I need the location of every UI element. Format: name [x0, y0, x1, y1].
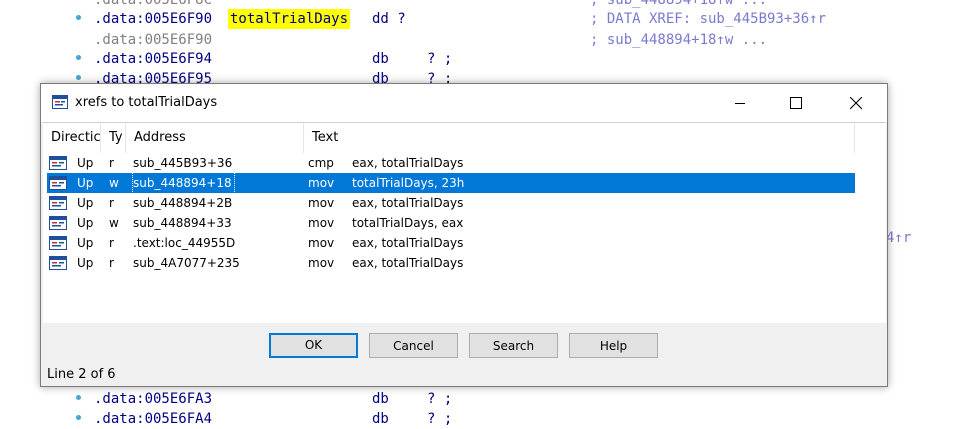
- table-row[interactable]: Up w sub_448894+18 mov totalTrialDays, 23h: [47, 172, 855, 194]
- listing-operand: ? ;: [427, 51, 453, 67]
- cell-operands: totalTrialDays, eax: [352, 216, 464, 230]
- list-rows: Up r sub_445B93+36 cmp eax, totalTrialDays Up…: [47, 153, 855, 273]
- cell-address: .text:loc_44955D: [133, 236, 236, 250]
- listing-mnemonic: dd ?: [372, 11, 406, 27]
- cell-type: r: [109, 196, 114, 210]
- xref-icon: [49, 236, 67, 250]
- xrefs-dialog: xrefs to totalTrialDays Directic Ty Addr…: [40, 83, 888, 387]
- listing-mnemonic: db: [372, 411, 389, 427]
- cell-direction: Up: [77, 196, 94, 210]
- listing-operand: ? ;: [427, 411, 453, 427]
- cell-direction: Up: [77, 236, 94, 250]
- xref-icon: [52, 95, 68, 109]
- table-row[interactable]: Up w sub_448894+33 mov totalTrialDays, eax: [47, 213, 855, 233]
- listing-line[interactable]: .data:005E6F90 totalTrialDays dd ? ; DAT…: [0, 9, 956, 29]
- cell-direction: Up: [77, 216, 94, 230]
- dialog-titlebar[interactable]: xrefs to totalTrialDays: [41, 84, 887, 122]
- cell-operands: eax, totalTrialDays: [352, 156, 464, 170]
- listing-comment: ; DATA XREF: sub_445B93+36↑r: [590, 11, 827, 27]
- listing-mnemonic: db: [372, 391, 389, 407]
- cell-address: sub_448894+2B: [133, 196, 233, 210]
- xref-icon: [49, 216, 67, 230]
- dialog-title: xrefs to totalTrialDays: [75, 95, 218, 110]
- cell-operands: eax, totalTrialDays: [352, 256, 464, 270]
- listing-line[interactable]: .data:005E6FA4 db ? ;: [0, 409, 956, 429]
- cell-type: r: [109, 156, 114, 170]
- bullet-icon: [76, 75, 81, 80]
- cell-type: w: [109, 176, 119, 190]
- listing-comment: ; sub_448894+18↑w ...: [590, 32, 768, 48]
- bullet-icon: [76, 55, 81, 60]
- xref-icon: [49, 176, 67, 190]
- column-header-type[interactable]: Ty: [101, 123, 126, 153]
- cell-address: sub_445B93+36: [133, 156, 233, 170]
- listing-address: .data:005E6FA4: [94, 411, 213, 427]
- listing-line[interactable]: .data:005E6F94 db ? ;: [0, 49, 956, 69]
- listing-address: .data:005E6F90: [94, 11, 213, 27]
- column-header-text[interactable]: Text: [304, 123, 855, 153]
- cell-direction: Up: [77, 156, 94, 170]
- search-button[interactable]: Search: [469, 333, 558, 358]
- cancel-button[interactable]: Cancel: [369, 333, 458, 358]
- cell-mnemonic: mov: [308, 216, 335, 230]
- minimize-icon: [735, 103, 745, 104]
- cell-mnemonic: cmp: [308, 156, 334, 170]
- listing-address: .data:005E6F94: [94, 51, 213, 67]
- bullet-icon: [76, 415, 81, 420]
- xref-icon: [49, 156, 67, 170]
- listing-line[interactable]: .data:005E6F90 ; sub_448894+18↑w ...: [0, 30, 956, 50]
- listing-mnemonic: db: [372, 51, 389, 67]
- cell-address: sub_448894+18: [132, 172, 235, 194]
- cell-operands: eax, totalTrialDays: [352, 196, 464, 210]
- table-row[interactable]: Up r .text:loc_44955D mov eax, totalTrialDay…: [47, 233, 855, 253]
- bullet-icon: [76, 395, 81, 400]
- cell-type: w: [109, 216, 119, 230]
- ok-button[interactable]: OK: [269, 333, 358, 358]
- cell-mnemonic: mov: [308, 256, 335, 270]
- table-row[interactable]: Up r sub_448894+2B mov eax, totalTrialDays: [47, 193, 855, 213]
- cell-type: r: [109, 236, 114, 250]
- maximize-button[interactable]: [773, 84, 819, 122]
- cell-mnemonic: mov: [308, 176, 335, 190]
- listing-comment-fragment: 4↑r: [886, 230, 912, 246]
- minimize-button[interactable]: [717, 84, 763, 122]
- listing-address: .data:005E6FA3: [94, 391, 213, 407]
- xref-icon: [49, 256, 67, 270]
- maximize-icon: [790, 97, 802, 109]
- cell-direction: Up: [77, 256, 94, 270]
- table-row[interactable]: Up r sub_4A7077+235 mov eax, totalTrialDays: [47, 253, 855, 273]
- xrefs-list[interactable]: Directic Ty Address Text Up r sub_445B93+3…: [43, 122, 886, 323]
- cell-mnemonic: mov: [308, 236, 335, 250]
- cell-address: sub_4A7077+235: [133, 256, 240, 270]
- close-icon: [850, 97, 862, 109]
- cell-operands: eax, totalTrialDays: [352, 236, 464, 250]
- cell-address: sub_448894+33: [133, 216, 232, 230]
- column-header-address[interactable]: Address: [126, 123, 304, 153]
- help-button[interactable]: Help: [569, 333, 658, 358]
- cell-operands: totalTrialDays, 23h: [352, 176, 465, 190]
- column-header-direction[interactable]: Directic: [43, 123, 101, 153]
- close-button[interactable]: [833, 84, 879, 122]
- bullet-icon: [76, 15, 81, 20]
- xref-icon: [49, 196, 67, 210]
- table-row[interactable]: Up r sub_445B93+36 cmp eax, totalTrialDays: [47, 153, 855, 173]
- listing-line[interactable]: .data:005E6FA3 db ? ;: [0, 389, 956, 409]
- cell-direction: Up: [77, 176, 94, 190]
- status-line: Line 2 of 6: [47, 367, 116, 382]
- listing-operand: ? ;: [427, 391, 453, 407]
- listing-address: .data:005E6F90: [94, 32, 213, 48]
- highlighted-symbol[interactable]: totalTrialDays: [228, 9, 351, 29]
- cell-mnemonic: mov: [308, 196, 335, 210]
- cell-type: r: [109, 256, 114, 270]
- list-header: Directic Ty Address Text: [43, 123, 855, 153]
